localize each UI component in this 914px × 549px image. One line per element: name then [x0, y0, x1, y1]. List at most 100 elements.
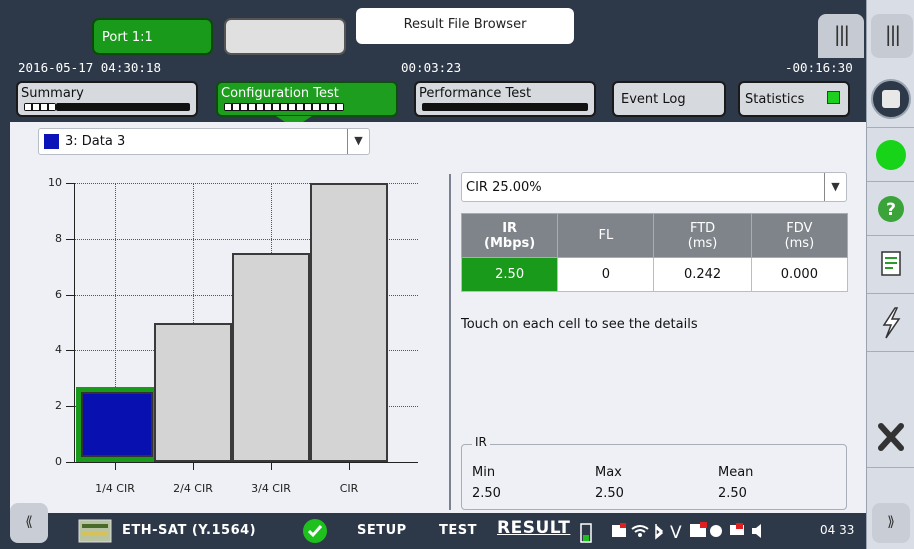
y-tick-label: 2: [55, 399, 62, 413]
bar-chart: 0 2 4 6 8 10 1/4 CIR 2/4 CIR 3/4 CIR CIR: [10, 162, 450, 495]
help-button[interactable]: ?: [867, 182, 914, 236]
menu-icon[interactable]: |||: [818, 14, 864, 58]
inject-error-button[interactable]: [867, 294, 914, 352]
right-sidebar: ||| ? ⟫: [866, 0, 914, 549]
cell-ftd[interactable]: 0.242: [653, 257, 752, 292]
bluetooth-icon: [655, 524, 664, 540]
step-select-value: CIR 25.00%: [466, 180, 542, 195]
status-led-icon: [876, 140, 906, 170]
cell-fdv[interactable]: 0.000: [750, 257, 849, 292]
y-tick-mark: [66, 294, 74, 296]
empty-slot: [867, 352, 914, 408]
x-tick-label: 3/4 CIR: [251, 482, 291, 495]
inject-error-icon: [882, 307, 901, 339]
cell-fl[interactable]: 0: [557, 257, 655, 292]
port-tab[interactable]: Port 1:1: [92, 18, 213, 55]
x-tick-mark: [349, 463, 350, 470]
tab-summary[interactable]: Summary: [16, 81, 198, 117]
nav-next-button[interactable]: ⟫: [872, 503, 910, 543]
y-tick-mark: [66, 238, 74, 240]
report-button[interactable]: [867, 236, 914, 294]
help-icon: ?: [878, 196, 904, 222]
tab-statistics-label: Statistics: [745, 92, 805, 107]
empty-port-tab[interactable]: [224, 18, 346, 55]
statistics-led-icon: [827, 91, 840, 104]
col-header-fl: FL: [557, 213, 655, 258]
y-tick-mark: [66, 183, 74, 184]
x-tick-label: 1/4 CIR: [95, 482, 135, 495]
ir-mean-value: 2.50: [718, 486, 747, 501]
tab-performance-test[interactable]: Performance Test: [414, 81, 596, 117]
tab-event-log-label: Event Log: [621, 92, 686, 107]
tab-configuration-label: Configuration Test: [221, 86, 339, 101]
setup-button[interactable]: SETUP: [357, 523, 407, 538]
col-header-fdv: FDV (ms): [750, 213, 849, 258]
test-button[interactable]: TEST: [439, 523, 477, 538]
volume-icon: [752, 524, 761, 538]
service-color-swatch: [44, 134, 59, 149]
y-tick-label: 8: [55, 231, 62, 245]
sidebar-menu-icon[interactable]: |||: [871, 14, 913, 58]
datetime-label: 2016-05-17 04:30:18: [18, 60, 161, 75]
wifi-icon: [631, 525, 649, 537]
y-axis: [74, 183, 75, 462]
clock: 04 33: [820, 523, 855, 537]
stop-button[interactable]: [867, 70, 914, 128]
remote-icon: [690, 522, 707, 537]
port-tab-label: Port 1:1: [102, 30, 153, 45]
app-name: ETH-SAT (Y.1564): [122, 523, 257, 538]
ir-max-value: 2.50: [595, 486, 624, 501]
main-panel: 3: Data 3 ▼ 0 2 4 6 8 10 1/4 CIR 2/4 CIR 3/4 CIR…: [10, 122, 866, 513]
stop-icon: [871, 79, 911, 119]
ir-min-value: 2.50: [472, 486, 501, 501]
chart-bar[interactable]: [232, 252, 310, 462]
check-icon: [303, 519, 327, 543]
chart-bar[interactable]: [154, 322, 232, 462]
battery-icon: [580, 523, 592, 543]
tab-summary-label: Summary: [21, 86, 84, 101]
ir-max-label: Max: [595, 465, 622, 480]
panel-divider: [449, 174, 451, 510]
tab-event-log[interactable]: Event Log: [612, 81, 726, 117]
tab-statistics[interactable]: Statistics: [738, 81, 850, 117]
y-tick-label: 4: [55, 343, 62, 357]
y-tick-mark: [66, 462, 74, 463]
nav-prev-button[interactable]: ⟪: [10, 503, 48, 543]
configuration-progress: [224, 103, 344, 111]
hint-text: Touch on each cell to see the details: [461, 317, 698, 332]
chart-bar[interactable]: [310, 183, 388, 462]
y-tick-label: 10: [48, 176, 62, 189]
result-file-browser-tab[interactable]: Result File Browser: [356, 8, 574, 44]
x-tick-label: 2/4 CIR: [173, 482, 213, 495]
col-header-ftd: FTD (ms): [653, 213, 752, 258]
elapsed-time: 00:03:23: [401, 60, 462, 75]
cell-ir[interactable]: 2.50: [460, 257, 559, 292]
result-button[interactable]: RESULT: [497, 518, 570, 538]
x-tick-mark: [271, 463, 272, 470]
gridline-x: [271, 183, 272, 253]
y-tick-label: 0: [55, 455, 62, 468]
col-header-ir: IR (Mbps): [460, 213, 559, 258]
ir-mean-label: Mean: [718, 465, 754, 480]
lan-icon: [730, 523, 744, 535]
status-icons: V: [612, 522, 761, 543]
svg-text:?: ?: [886, 200, 896, 220]
service-select[interactable]: 3: Data 3 ▼: [38, 128, 370, 155]
gridline-x: [115, 183, 116, 388]
y-tick-mark: [66, 406, 74, 408]
tab-configuration-test[interactable]: Configuration Test: [216, 81, 398, 117]
step-select[interactable]: CIR 25.00% ▼: [461, 172, 847, 202]
app-module-icon: [78, 519, 112, 543]
network-icon: [710, 525, 722, 537]
close-button[interactable]: [867, 408, 914, 468]
chart-bar[interactable]: [76, 387, 158, 462]
storage-icon: [612, 523, 626, 537]
top-header: Port 1:1 Result File Browser 2016-05-17 …: [0, 0, 866, 128]
status-led: [867, 128, 914, 182]
remaining-time: -00:16:30: [785, 60, 853, 75]
ir-summary-legend: IR: [472, 435, 490, 449]
y-tick-label: 6: [55, 287, 62, 301]
bottom-bar: ⟪ ETH-SAT (Y.1564) SETUP TEST RESULT V 0…: [0, 503, 866, 549]
close-icon: [878, 423, 904, 451]
table-row: 2.50 0 0.242 0.000: [460, 257, 849, 292]
